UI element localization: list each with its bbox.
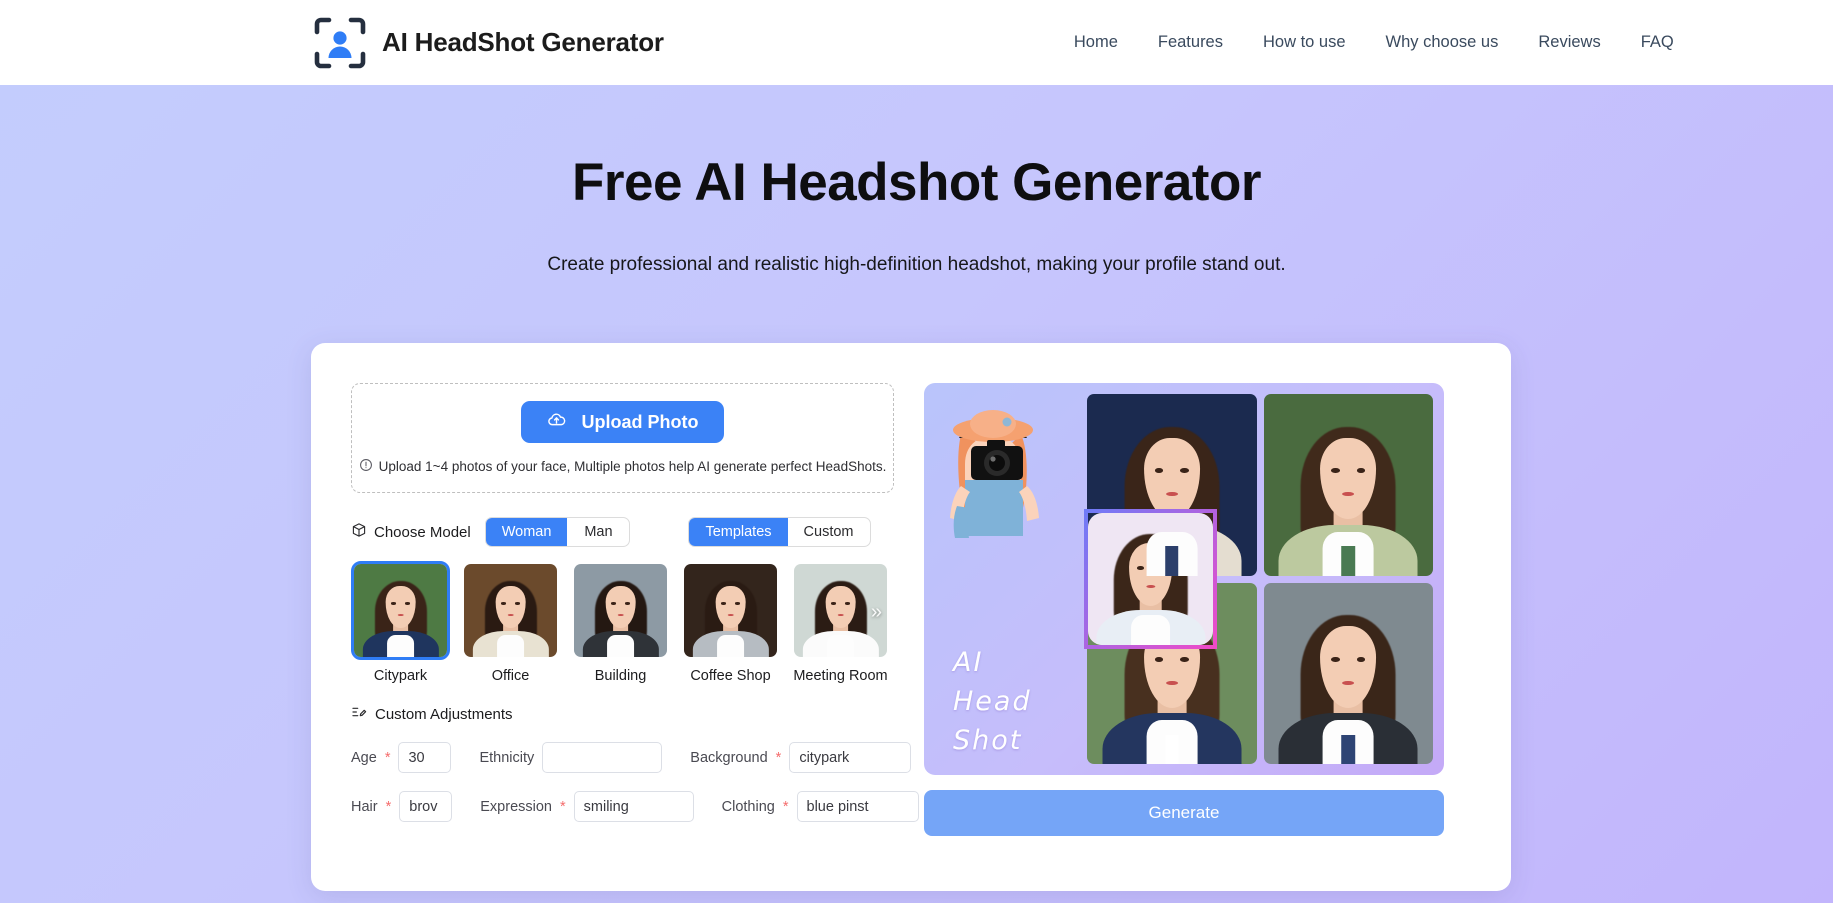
main-nav: Home Features How to use Why choose us R… <box>1054 27 1694 58</box>
template-thumbnail[interactable] <box>681 561 780 660</box>
template-thumbnail[interactable] <box>461 561 560 660</box>
cloud-upload-icon <box>547 410 566 434</box>
field-input-clothing[interactable] <box>796 791 919 822</box>
template-label: Office <box>491 668 530 684</box>
nav-item-faq[interactable]: FAQ <box>1621 27 1694 58</box>
selected-face-frame[interactable] <box>1084 509 1217 649</box>
template-item[interactable]: Office <box>461 561 560 684</box>
field-label: Expression <box>480 798 552 815</box>
adjustment-field-hair: Hair * <box>351 791 453 822</box>
template-label: Citypark <box>373 668 428 684</box>
mascot-column: AI Head Shot <box>935 394 1080 764</box>
gender-option-woman[interactable]: Woman <box>485 518 568 546</box>
adjustment-field-ethnicity: Ethnicity <box>479 742 663 773</box>
adjustment-field-clothing: Clothing * <box>722 791 919 822</box>
template-carousel[interactable]: Citypark Office Building Coffee Shop Mee… <box>351 561 894 684</box>
field-input-expression[interactable] <box>573 791 694 822</box>
upload-photo-button[interactable]: Upload Photo <box>520 401 725 443</box>
upload-photo-label: Upload Photo <box>581 411 699 432</box>
brand-title: AI HeadShot Generator <box>382 27 664 57</box>
source-segmented-control: Templates Custom <box>688 517 871 547</box>
template-thumbnail[interactable] <box>351 561 450 660</box>
adjustment-field-age: Age * <box>351 742 452 773</box>
required-asterisk: * <box>782 798 789 815</box>
source-option-templates[interactable]: Templates <box>689 518 788 546</box>
nav-item-features[interactable]: Features <box>1138 27 1243 58</box>
chevron-double-right-icon[interactable]: » <box>871 601 882 624</box>
field-input-age[interactable] <box>398 742 452 773</box>
info-circle-icon <box>359 458 373 475</box>
upload-hint: Upload 1~4 photos of your face, Multiple… <box>359 458 887 475</box>
brand[interactable]: AI HeadShot Generator <box>313 16 664 70</box>
cube-icon <box>351 522 367 542</box>
custom-adjustments-title: Custom Adjustments <box>375 705 513 723</box>
field-input-ethnicity[interactable] <box>542 742 663 773</box>
required-asterisk: * <box>385 798 392 815</box>
choose-model-label-group: Choose Model <box>351 522 471 542</box>
gender-segmented-control: Woman Man <box>484 517 631 547</box>
choose-model-label: Choose Model <box>374 523 471 541</box>
preview-collage: AI Head Shot <box>924 383 1444 775</box>
photographer-illustration <box>935 410 1053 548</box>
generate-button[interactable]: Generate <box>924 790 1444 836</box>
nav-item-how-to-use[interactable]: How to use <box>1243 27 1366 58</box>
field-label: Clothing <box>721 798 775 815</box>
required-asterisk: * <box>775 749 782 766</box>
field-label: Ethnicity <box>479 749 535 766</box>
field-label: Hair <box>351 798 378 815</box>
hero-section: Free AI Headshot Generator Create profes… <box>0 85 1833 276</box>
site-header: AI HeadShot Generator Home Features How … <box>0 0 1833 85</box>
template-label: Meeting Room <box>793 668 888 684</box>
adjustment-field-expression: Expression * <box>480 791 694 822</box>
field-input-background[interactable] <box>789 742 912 773</box>
source-option-custom[interactable]: Custom <box>788 518 870 546</box>
template-item[interactable]: Citypark <box>351 561 450 684</box>
person-in-frame-icon <box>313 16 367 70</box>
required-asterisk: * <box>384 749 391 766</box>
adjustment-row-2: Hair * Expression * Clothing * <box>351 791 919 822</box>
preview-cell-green <box>1263 394 1433 576</box>
upload-hint-text: Upload 1~4 photos of your face, Multiple… <box>378 459 887 474</box>
adjustment-field-background: Background * <box>690 742 912 773</box>
choose-model-row: Choose Model Woman Man Templates Custom <box>351 517 894 547</box>
preview-word-art: AI Head Shot <box>953 646 1032 756</box>
template-thumbnail[interactable] <box>571 561 670 660</box>
nav-item-why-choose-us[interactable]: Why choose us <box>1366 27 1519 58</box>
generator-card: Upload Photo Upload 1~4 photos of your f… <box>311 343 1511 891</box>
template-item[interactable]: Coffee Shop <box>681 561 780 684</box>
template-item[interactable]: Building <box>571 561 670 684</box>
template-label: Building <box>594 668 647 684</box>
page-title: Free AI Headshot Generator <box>572 153 1261 212</box>
field-input-hair[interactable] <box>399 791 453 822</box>
custom-adjustments-header: Custom Adjustments <box>351 704 894 724</box>
nav-item-reviews[interactable]: Reviews <box>1518 27 1620 58</box>
generator-preview-column: AI Head Shot Generate <box>924 383 1444 891</box>
gender-option-man[interactable]: Man <box>567 518 629 546</box>
selected-face-image <box>1088 513 1213 645</box>
field-label: Age <box>351 749 377 766</box>
edit-list-icon <box>351 704 367 724</box>
page-subtitle: Create professional and realistic high-d… <box>547 254 1286 276</box>
upload-dropzone[interactable]: Upload Photo Upload 1~4 photos of your f… <box>351 383 894 493</box>
adjustment-row-1: Age * Ethnicity Background * <box>351 742 912 773</box>
nav-item-home[interactable]: Home <box>1054 27 1138 58</box>
required-asterisk: * <box>559 798 566 815</box>
template-label: Coffee Shop <box>690 668 771 684</box>
field-label: Background <box>690 749 768 766</box>
generator-controls: Upload Photo Upload 1~4 photos of your f… <box>351 383 919 891</box>
preview-cell-office <box>1263 582 1433 764</box>
